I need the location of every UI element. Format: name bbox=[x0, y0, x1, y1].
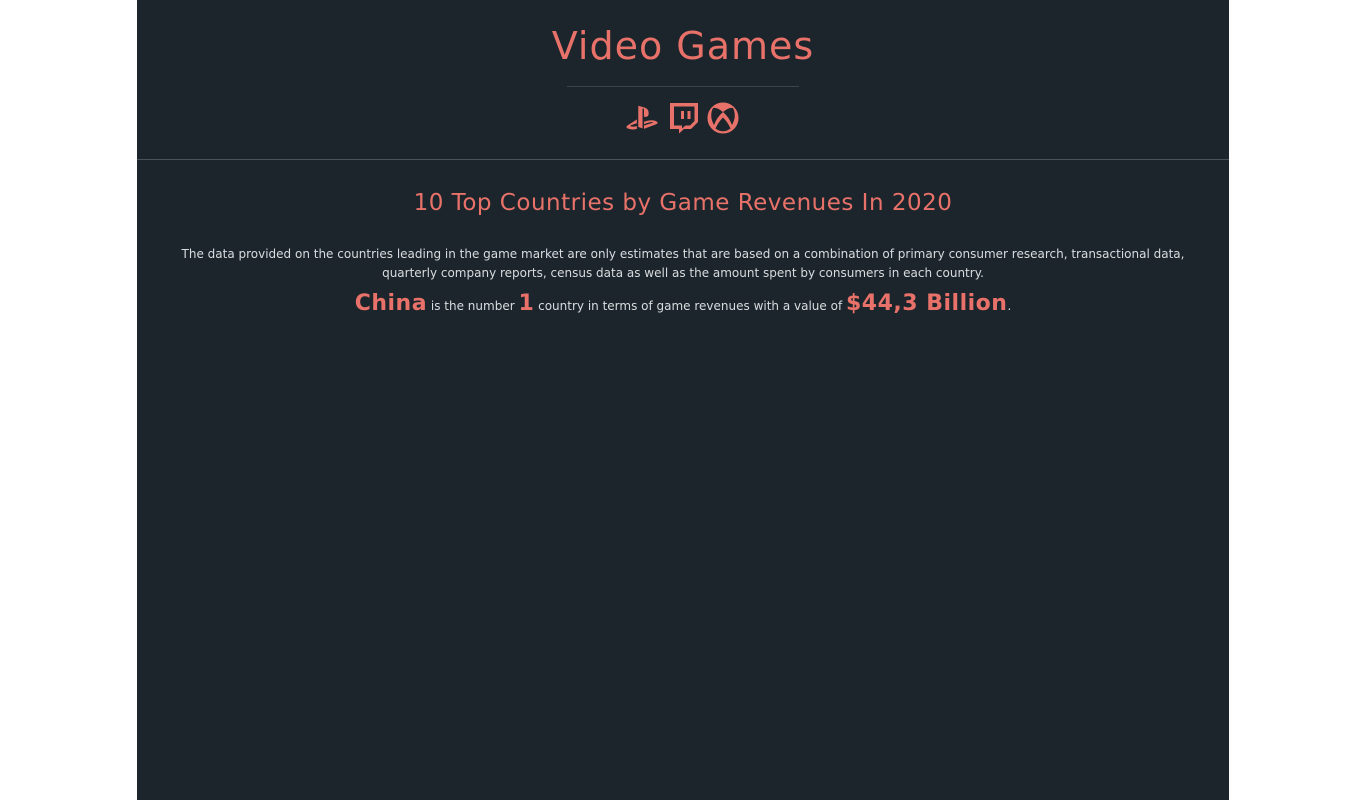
fact-text-1: is the number bbox=[430, 299, 515, 313]
xbox-icon[interactable] bbox=[706, 102, 740, 134]
site-title: Video Games bbox=[551, 24, 815, 68]
section-title: 10 Top Countries by Game Revenues In 202… bbox=[413, 190, 953, 216]
fact-suffix: . bbox=[1007, 299, 1012, 313]
site-header: Video Games bbox=[137, 0, 1229, 160]
country-rank: 1 bbox=[518, 291, 535, 316]
country-name: China bbox=[354, 291, 428, 316]
top-country-fact: China is the number 1 country in terms o… bbox=[137, 289, 1229, 321]
title-divider bbox=[567, 86, 799, 87]
twitch-icon[interactable] bbox=[666, 102, 700, 134]
page-container: Video Games 10 Top Countries by Game Rev… bbox=[137, 0, 1229, 800]
platform-icons bbox=[137, 102, 1229, 134]
description-text: The data provided on the countries leadi… bbox=[181, 247, 1185, 280]
main-content: 10 Top Countries by Game Revenues In 202… bbox=[137, 160, 1229, 321]
fact-text-2: country in terms of game revenues with a… bbox=[538, 299, 843, 313]
playstation-icon[interactable] bbox=[626, 102, 660, 134]
revenue-value: $44,3 Billion bbox=[846, 291, 1008, 316]
